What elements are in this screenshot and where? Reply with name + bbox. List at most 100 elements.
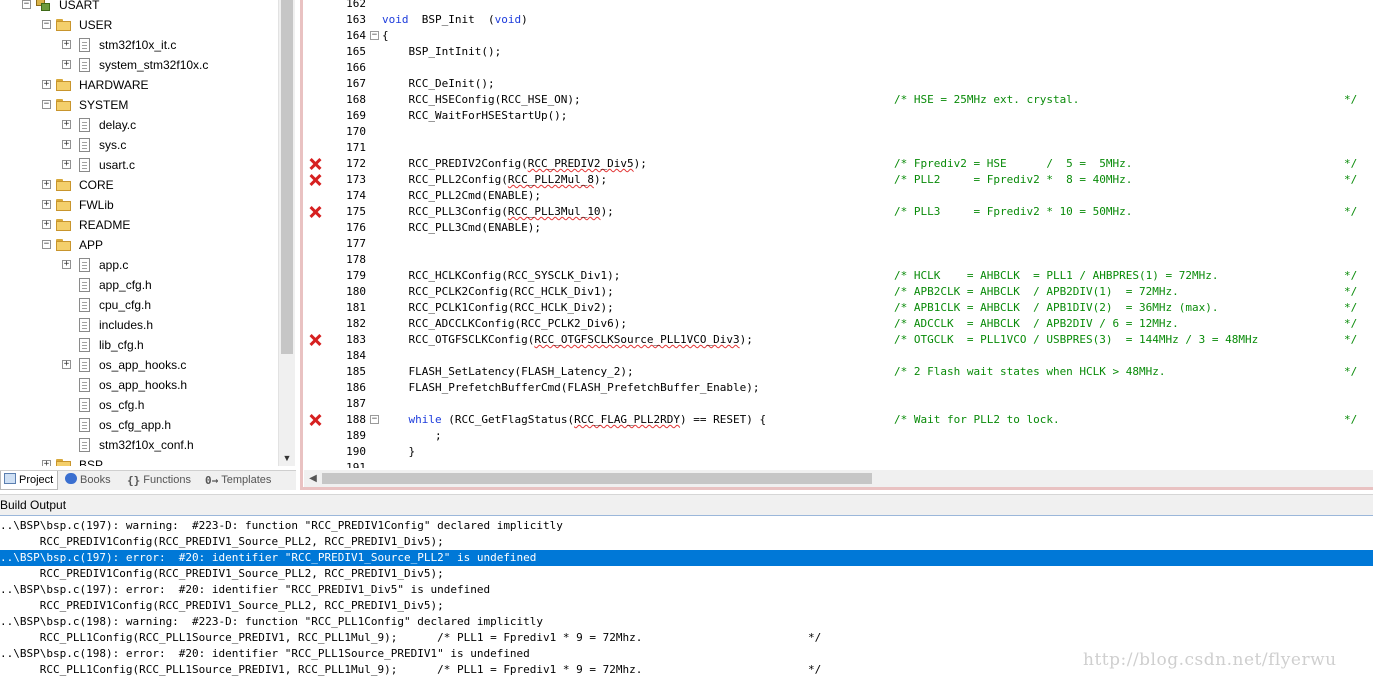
collapse-icon[interactable]: −	[22, 0, 31, 9]
tab-books[interactable]: Books	[62, 471, 123, 490]
build-output-line[interactable]: ..\BSP\bsp.c(197): error: #20: identifie…	[0, 582, 1373, 598]
scroll-down-arrow-icon[interactable]: ▼	[279, 450, 295, 466]
build-output-line[interactable]: RCC_PREDIV1Config(RCC_PREDIV1_Source_PLL…	[0, 566, 1373, 582]
collapse-icon[interactable]: −	[42, 20, 51, 29]
code-line[interactable]: 185 FLASH_SetLatency(FLASH_Latency_2); /*…	[304, 364, 1373, 380]
code-text[interactable]: FLASH_SetLatency(FLASH_Latency_2);	[382, 364, 633, 380]
editor-horizontal-scrollbar[interactable]: ◀	[304, 470, 1373, 487]
code-line[interactable]: 167 RCC_DeInit();	[304, 76, 1373, 92]
code-text[interactable]: RCC_PLL2Config(RCC_PLL2Mul_8);	[382, 172, 607, 188]
code-text[interactable]: FLASH_PrefetchBufferCmd(FLASH_PrefetchBu…	[382, 380, 759, 396]
code-line[interactable]: 184	[304, 348, 1373, 364]
expand-icon[interactable]: +	[42, 180, 51, 189]
code-line[interactable]: 190 }	[304, 444, 1373, 460]
expand-icon[interactable]: +	[62, 120, 71, 129]
tab-label: Project	[19, 474, 54, 486]
expand-icon[interactable]: +	[42, 200, 51, 209]
code-text[interactable]: RCC_HSEConfig(RCC_HSE_ON);	[382, 92, 580, 108]
expand-icon[interactable]: +	[42, 460, 51, 466]
code-text[interactable]: ;	[382, 428, 442, 444]
build-output-line[interactable]: RCC_PLL1Config(RCC_PLL1Source_PREDIV1, R…	[0, 630, 1373, 646]
code-line[interactable]: 186 FLASH_PrefetchBufferCmd(FLASH_Prefet…	[304, 380, 1373, 396]
expand-icon[interactable]: +	[62, 60, 71, 69]
code-comment: /* HSE = 25MHz ext. crystal.	[894, 93, 1080, 106]
code-line[interactable]: 176 RCC_PLL3Cmd(ENABLE);	[304, 220, 1373, 236]
expand-icon[interactable]: +	[62, 140, 71, 149]
error-marker-icon[interactable]	[309, 334, 321, 346]
code-line[interactable]: 180 RCC_PCLK2Config(RCC_HCLK_Div1); /* AP…	[304, 284, 1373, 300]
code-text[interactable]: RCC_PREDIV2Config(RCC_PREDIV2_Div5);	[382, 156, 646, 172]
code-line[interactable]: 163 void BSP_Init (void)	[304, 12, 1373, 28]
expand-icon[interactable]: +	[62, 260, 71, 269]
code-text[interactable]: RCC_ADCCLKConfig(RCC_PCLK2_Div6);	[382, 316, 627, 332]
code-text[interactable]: void BSP_Init (void)	[382, 12, 528, 28]
file-icon	[79, 278, 90, 292]
code-line[interactable]: 188− while (RCC_GetFlagStatus(RCC_FLAG_P…	[304, 412, 1373, 428]
collapse-icon[interactable]: −	[42, 100, 51, 109]
tree-vertical-scrollbar[interactable]: ▼	[278, 0, 295, 466]
code-line[interactable]: 162	[304, 0, 1373, 12]
code-line[interactable]: 189 ;	[304, 428, 1373, 444]
build-output-line[interactable]: ..\BSP\bsp.c(198): warning: #223-D: func…	[0, 614, 1373, 630]
code-line[interactable]: 182 RCC_ADCCLKConfig(RCC_PCLK2_Div6); /* …	[304, 316, 1373, 332]
fold-collapse-icon[interactable]: −	[370, 415, 379, 424]
code-line[interactable]: 169 RCC_WaitForHSEStartUp();	[304, 108, 1373, 124]
code-text[interactable]: RCC_OTGFSCLKConfig(RCC_OTGFSCLKSource_PL…	[382, 332, 752, 348]
code-text[interactable]: RCC_PLL2Cmd(ENABLE);	[382, 188, 540, 204]
code-text[interactable]: RCC_WaitForHSEStartUp();	[382, 108, 567, 124]
code-text[interactable]: {	[382, 28, 389, 44]
expand-icon[interactable]: +	[42, 80, 51, 89]
code-text[interactable]: RCC_DeInit();	[382, 76, 494, 92]
error-marker-icon[interactable]	[309, 414, 321, 426]
code-line[interactable]: 177	[304, 236, 1373, 252]
code-line[interactable]: 166	[304, 60, 1373, 76]
scroll-left-arrow-icon[interactable]: ◀	[306, 470, 320, 487]
code-token: RCC_WaitForHSEStartUp();	[382, 109, 568, 122]
code-line[interactable]: 164−{	[304, 28, 1373, 44]
code-line[interactable]: 170	[304, 124, 1373, 140]
code-text[interactable]: RCC_PLL3Config(RCC_PLL3Mul_10);	[382, 204, 613, 220]
fold-collapse-icon[interactable]: −	[370, 31, 379, 40]
code-line[interactable]: 172 RCC_PREDIV2Config(RCC_PREDIV2_Div5);…	[304, 156, 1373, 172]
code-line[interactable]: 187	[304, 396, 1373, 412]
code-text[interactable]: RCC_PCLK1Config(RCC_HCLK_Div2);	[382, 300, 613, 316]
expand-icon[interactable]: +	[62, 40, 71, 49]
project-tree[interactable]: − USART − USER + stm32f10x_it.c + system_stm32f…	[0, 0, 278, 466]
code-line[interactable]: 175 RCC_PLL3Config(RCC_PLL3Mul_10); /* PL…	[304, 204, 1373, 220]
editor-scrollbar-thumb[interactable]	[322, 473, 872, 484]
expand-icon[interactable]: +	[62, 360, 71, 369]
code-line[interactable]: 173 RCC_PLL2Config(RCC_PLL2Mul_8); /* PLL…	[304, 172, 1373, 188]
code-editor[interactable]: 162 163 void BSP_Init (void) 164−{165 BSP_I…	[300, 0, 1373, 490]
error-marker-icon[interactable]	[309, 174, 321, 186]
code-line[interactable]: 191	[304, 460, 1373, 468]
expand-icon[interactable]: +	[62, 160, 71, 169]
code-line[interactable]: 165 BSP_IntInit();	[304, 44, 1373, 60]
code-line[interactable]: 181 RCC_PCLK1Config(RCC_HCLK_Div2); /* AP…	[304, 300, 1373, 316]
error-marker-icon[interactable]	[309, 158, 321, 170]
code-text[interactable]: RCC_PLL3Cmd(ENABLE);	[382, 220, 540, 236]
code-text[interactable]: RCC_PCLK2Config(RCC_HCLK_Div1);	[382, 284, 613, 300]
code-text[interactable]: RCC_HCLKConfig(RCC_SYSCLK_Div1);	[382, 268, 620, 284]
collapse-icon[interactable]: −	[42, 240, 51, 249]
code-line[interactable]: 178	[304, 252, 1373, 268]
build-output-line[interactable]: ..\BSP\bsp.c(197): error: #20: identifie…	[0, 550, 1373, 566]
build-output-line[interactable]: RCC_PREDIV1Config(RCC_PREDIV1_Source_PLL…	[0, 598, 1373, 614]
code-line[interactable]: 179 RCC_HCLKConfig(RCC_SYSCLK_Div1); /* H…	[304, 268, 1373, 284]
code-line[interactable]: 174 RCC_PLL2Cmd(ENABLE);	[304, 188, 1373, 204]
code-text[interactable]: while (RCC_GetFlagStatus(RCC_FLAG_PLL2RD…	[382, 412, 767, 428]
tab-project[interactable]: Project	[0, 471, 58, 490]
tab-templates[interactable]: 0→ Templates	[202, 471, 281, 490]
tree-scrollbar-thumb[interactable]	[281, 0, 293, 354]
code-line[interactable]: 168 RCC_HSEConfig(RCC_HSE_ON); /* HSE = 2…	[304, 92, 1373, 108]
tab-functions[interactable]: {} Functions	[124, 471, 201, 490]
code-text[interactable]: BSP_IntInit();	[382, 44, 501, 60]
expand-icon[interactable]: +	[42, 220, 51, 229]
code-text[interactable]: }	[382, 444, 415, 460]
code-lines[interactable]: 162 163 void BSP_Init (void) 164−{165 BSP_I…	[304, 0, 1373, 468]
code-line[interactable]: 171	[304, 140, 1373, 156]
build-output-line[interactable]: ..\BSP\bsp.c(197): warning: #223-D: func…	[0, 518, 1373, 534]
code-token: RCC_ADCCLKConfig(RCC_PCLK2_Div6);	[382, 317, 628, 330]
build-output-line[interactable]: RCC_PREDIV1Config(RCC_PREDIV1_Source_PLL…	[0, 534, 1373, 550]
error-marker-icon[interactable]	[309, 206, 321, 218]
code-line[interactable]: 183 RCC_OTGFSCLKConfig(RCC_OTGFSCLKSourc…	[304, 332, 1373, 348]
